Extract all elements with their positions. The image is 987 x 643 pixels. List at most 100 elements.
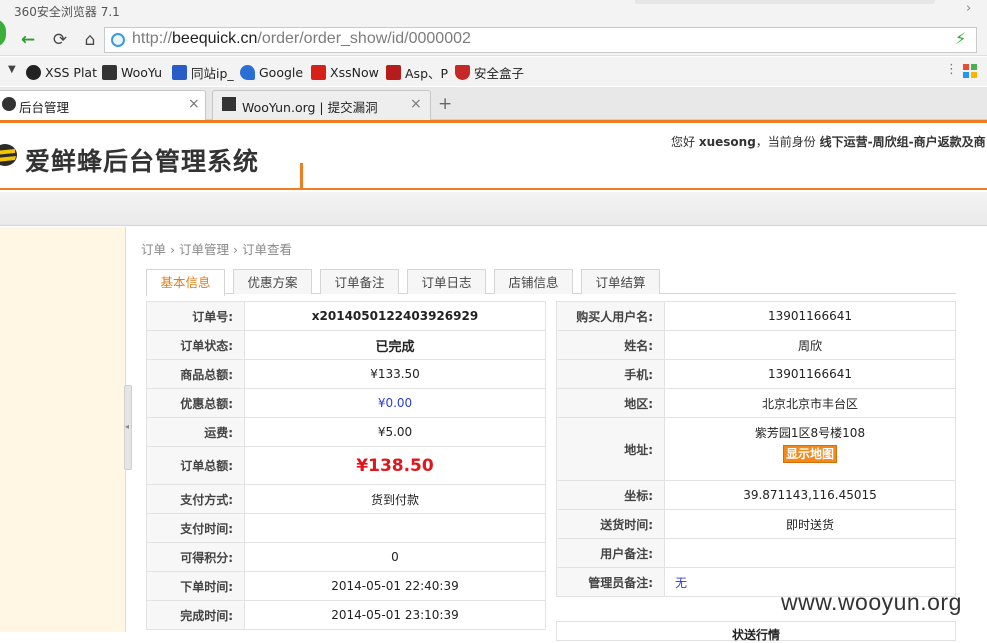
tab-order-notes[interactable]: 订单备注 xyxy=(320,269,399,294)
sidebar xyxy=(0,227,126,632)
chevron-left-icon: ◂ xyxy=(125,422,130,431)
table-row: 手机: 13901166641 xyxy=(556,359,956,389)
tab-wooyun-label: WooYun.org | 提交漏洞 xyxy=(242,100,378,115)
buyer-name: 周欣 xyxy=(664,330,956,360)
buyer-info-table: 购买人用户名: 13901166641 姓名: 周欣 手机: 13901166641 … xyxy=(556,301,956,597)
tab-basic-info[interactable]: 基本信息 xyxy=(146,269,225,296)
sidebar-collapse-handle[interactable]: ◂ xyxy=(124,385,132,470)
wooyun-icon xyxy=(102,64,117,80)
bookmark-google[interactable]: Google xyxy=(240,63,303,81)
tab-discount-plan[interactable]: 优惠方案 xyxy=(233,269,312,294)
delivery-status-title: 状送行情 xyxy=(732,628,781,642)
sub-navigation-bar xyxy=(0,192,987,226)
address-url[interactable]: http://beequick.cn/order/order_show/id/0… xyxy=(132,30,471,48)
table-row: 支付时间: xyxy=(146,513,546,543)
table-row: 商品总额: ¥133.50 xyxy=(146,359,546,389)
label-order-status: 订单状态: xyxy=(146,330,245,360)
table-row: 下单时间: 2014-05-01 22:40:39 xyxy=(146,571,546,601)
order-total: ¥138.50 xyxy=(244,446,546,485)
complete-time: 2014-05-01 23:10:39 xyxy=(244,600,546,630)
label-admin-note: 管理员备注: xyxy=(556,567,665,597)
shipping-fee: ¥5.00 xyxy=(244,417,546,447)
apps-grid-icon[interactable] xyxy=(963,64,979,80)
goods-total: ¥133.50 xyxy=(244,359,546,389)
title-search-strip[interactable] xyxy=(635,0,935,4)
buyer-address: 紫芳园1区8号楼108 xyxy=(754,426,866,440)
breadcrumb-separator: › xyxy=(233,242,239,257)
label-delivery-time: 送货时间: xyxy=(556,509,665,539)
back-arrow-icon[interactable]: ← xyxy=(16,28,40,52)
xss-icon xyxy=(311,64,326,80)
more-vertical-icon[interactable]: ⋮ xyxy=(945,62,958,77)
browser-title: 360安全浏览器 7.1 xyxy=(14,5,120,19)
label-payment-method: 支付方式: xyxy=(146,484,245,514)
bee-logo-icon xyxy=(0,144,17,166)
bookmark-asp[interactable]: Asp、P xyxy=(386,63,448,81)
tab-order-log[interactable]: 订单日志 xyxy=(407,269,486,294)
table-row: 姓名: 周欣 xyxy=(556,330,956,360)
label-region: 地区: xyxy=(556,388,665,418)
breadcrumb-item-order[interactable]: 订单 xyxy=(141,242,166,257)
shield-icon xyxy=(455,64,470,80)
order-number: x20140501224039269​29 xyxy=(244,301,546,331)
label-order-time: 下单时间: xyxy=(146,571,245,601)
paw-icon xyxy=(172,64,187,80)
breadcrumb-item-order-view: 订单查看 xyxy=(242,242,293,257)
system-title: 爱鲜蜂后台管理系统 xyxy=(25,147,260,176)
close-icon[interactable]: × xyxy=(410,96,422,112)
chevron-down-icon[interactable]: ▼ xyxy=(8,64,16,75)
wooyun-favicon-icon xyxy=(222,97,236,111)
table-row: 用户备注: xyxy=(556,538,956,568)
table-row: 优惠总额: ¥0.00 xyxy=(146,388,546,418)
user-role: 线下运营-周欣组-商户返款及商 xyxy=(819,135,986,149)
table-row: 订单总额: ¥138.50 xyxy=(146,446,546,485)
bookmark-security-box[interactable]: 安全盒子 xyxy=(455,63,524,81)
label-address: 地址: xyxy=(556,417,665,481)
label-phone: 手机: xyxy=(556,359,665,389)
label-buyer-username: 购买人用户名: xyxy=(556,301,665,331)
table-row: 可得积分: 0 xyxy=(146,542,546,572)
label-user-note: 用户备注: xyxy=(556,538,665,568)
bookmark-wooyun[interactable]: WooYu xyxy=(102,63,162,81)
chevron-right-icon[interactable]: › xyxy=(966,1,971,16)
lightning-icon[interactable]: ⚡ xyxy=(955,29,966,48)
bookmark-same-site-ip[interactable]: 同站ip_ xyxy=(172,63,234,81)
points: 0 xyxy=(244,542,546,572)
new-tab-plus-icon[interactable]: + xyxy=(438,94,452,114)
label-payment-time: 支付时间: xyxy=(146,513,245,543)
page-info-icon[interactable] xyxy=(111,33,125,47)
table-row: 地址: 紫芳园1区8号楼108 显示地图 xyxy=(556,417,956,481)
coordinates: 39.871143,116.45015 xyxy=(664,480,956,510)
order-time: 2014-05-01 22:40:39 xyxy=(244,571,546,601)
address-cell: 紫芳园1区8号楼108 显示地图 xyxy=(664,417,956,481)
table-row: 订单状态: 已完成 xyxy=(146,330,546,360)
table-row: 运费: ¥5.00 xyxy=(146,417,546,447)
discount-total: ¥0.00 xyxy=(244,388,546,418)
bee-favicon-icon xyxy=(2,97,16,111)
order-status: 已完成 xyxy=(244,330,546,360)
payment-method: 货到付款 xyxy=(244,484,546,514)
home-icon[interactable]: ⌂ xyxy=(78,28,102,52)
username[interactable]: xuesong xyxy=(699,135,756,149)
breadcrumb: 订单 › 订单管理 › 订单查看 xyxy=(141,239,296,258)
bookmark-xss-plat[interactable]: XSS Plat xyxy=(26,63,97,81)
reload-icon[interactable]: ⟳ xyxy=(48,28,72,52)
label-order-number: 订单号: xyxy=(146,301,245,331)
payment-time xyxy=(244,513,546,543)
order-info-table: 订单号: x20140501224039269​29 订单状态: 已完成 商品总额:… xyxy=(146,301,546,630)
tab-shop-info[interactable]: 店铺信息 xyxy=(494,269,573,294)
show-map-button[interactable]: 显示地图 xyxy=(782,445,837,463)
buyer-region: 北京北京市丰台区 xyxy=(664,388,956,418)
breadcrumb-item-order-management[interactable]: 订单管理 xyxy=(179,242,229,257)
label-order-total: 订单总额: xyxy=(146,446,245,485)
label-discount-total: 优惠总额: xyxy=(146,388,245,418)
tab-admin-label: 后台管理 xyxy=(19,100,70,115)
bookmark-xssnow[interactable]: XssNow xyxy=(311,63,379,81)
label-points: 可得积分: xyxy=(146,542,245,572)
table-row: 购买人用户名: 13901166641 xyxy=(556,301,956,331)
tab-order-settlement[interactable]: 订单结算 xyxy=(581,269,660,294)
table-row: 地区: 北京北京市丰台区 xyxy=(556,388,956,418)
label-goods-total: 商品总额: xyxy=(146,359,245,389)
table-row: 完成时间: 2014-05-01 23:10:39 xyxy=(146,600,546,630)
close-icon[interactable]: × xyxy=(188,96,200,112)
